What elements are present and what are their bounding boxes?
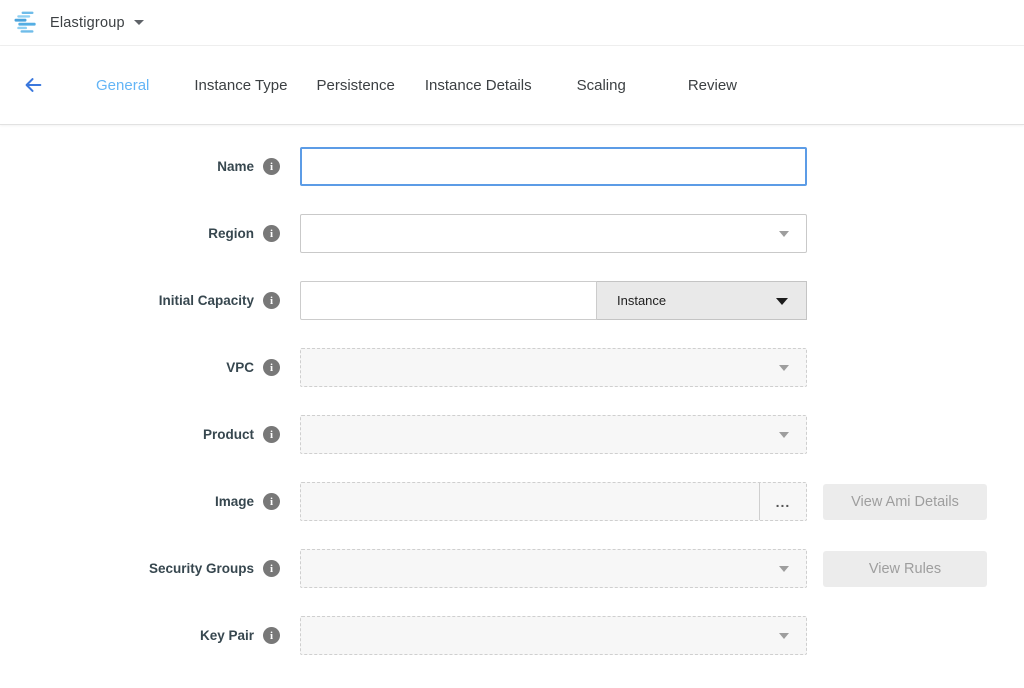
app-title[interactable]: Elastigroup	[50, 15, 125, 31]
product-label-group: Product i	[0, 426, 300, 443]
image-input: ...	[300, 482, 807, 521]
info-icon[interactable]: i	[263, 292, 280, 309]
top-bar: Elastigroup	[0, 0, 1024, 46]
region-row: Region i	[0, 214, 1024, 253]
info-icon[interactable]: i	[263, 359, 280, 376]
image-label: Image	[215, 494, 254, 509]
product-select	[300, 415, 807, 454]
capacity-unit-select[interactable]: Instance	[597, 281, 807, 320]
chevron-down-icon	[776, 298, 788, 305]
image-browse-button[interactable]: ...	[759, 483, 806, 520]
region-select[interactable]	[300, 214, 807, 253]
tab-instance-details[interactable]: Instance Details	[425, 77, 532, 94]
capacity-unit-value: Instance	[617, 293, 666, 308]
info-icon[interactable]: i	[263, 560, 280, 577]
wizard-tab-bar: General Instance Type Persistence Instan…	[0, 46, 1024, 125]
info-icon[interactable]: i	[263, 225, 280, 242]
name-label-group: Name i	[0, 158, 300, 175]
key-pair-row: Key Pair i	[0, 616, 1024, 655]
tab-instance-type[interactable]: Instance Type	[194, 77, 287, 94]
region-label-group: Region i	[0, 225, 300, 242]
name-label: Name	[217, 159, 254, 174]
tab-persistence[interactable]: Persistence	[317, 77, 395, 94]
product-label: Product	[203, 427, 254, 442]
security-groups-label: Security Groups	[149, 561, 254, 576]
tab-scaling[interactable]: Scaling	[577, 77, 626, 94]
chevron-down-icon	[779, 231, 789, 237]
general-settings-form: Name i Region i Initial Capacity i	[0, 125, 1024, 655]
back-arrow-icon	[22, 74, 44, 96]
initial-capacity-row: Initial Capacity i Instance	[0, 281, 1024, 320]
elastigroup-logo-icon	[14, 10, 40, 36]
security-groups-select	[300, 549, 807, 588]
view-ami-details-button[interactable]: View Ami Details	[823, 484, 987, 520]
region-label: Region	[208, 226, 254, 241]
initial-capacity-input[interactable]	[300, 281, 597, 320]
vpc-label-group: VPC i	[0, 359, 300, 376]
info-icon[interactable]: i	[263, 493, 280, 510]
chevron-down-icon	[779, 633, 789, 639]
name-row: Name i	[0, 147, 1024, 186]
security-groups-label-group: Security Groups i	[0, 560, 300, 577]
info-icon[interactable]: i	[263, 158, 280, 175]
image-label-group: Image i	[0, 493, 300, 510]
chevron-down-icon	[779, 365, 789, 371]
security-groups-row: Security Groups i View Rules	[0, 549, 1024, 588]
chevron-down-icon	[779, 566, 789, 572]
key-pair-label-group: Key Pair i	[0, 627, 300, 644]
name-input[interactable]	[300, 147, 807, 186]
key-pair-select	[300, 616, 807, 655]
vpc-row: VPC i	[0, 348, 1024, 387]
initial-capacity-label: Initial Capacity	[159, 293, 254, 308]
info-icon[interactable]: i	[263, 627, 280, 644]
image-row: Image i ... View Ami Details	[0, 482, 1024, 521]
tab-review[interactable]: Review	[688, 77, 737, 94]
back-button[interactable]	[20, 72, 46, 98]
chevron-down-icon	[779, 432, 789, 438]
chevron-down-icon[interactable]	[134, 20, 144, 25]
vpc-select	[300, 348, 807, 387]
tab-general[interactable]: General	[96, 77, 149, 94]
vpc-label: VPC	[226, 360, 254, 375]
info-icon[interactable]: i	[263, 426, 280, 443]
product-row: Product i	[0, 415, 1024, 454]
initial-capacity-label-group: Initial Capacity i	[0, 292, 300, 309]
key-pair-label: Key Pair	[200, 628, 254, 643]
view-rules-button[interactable]: View Rules	[823, 551, 987, 587]
